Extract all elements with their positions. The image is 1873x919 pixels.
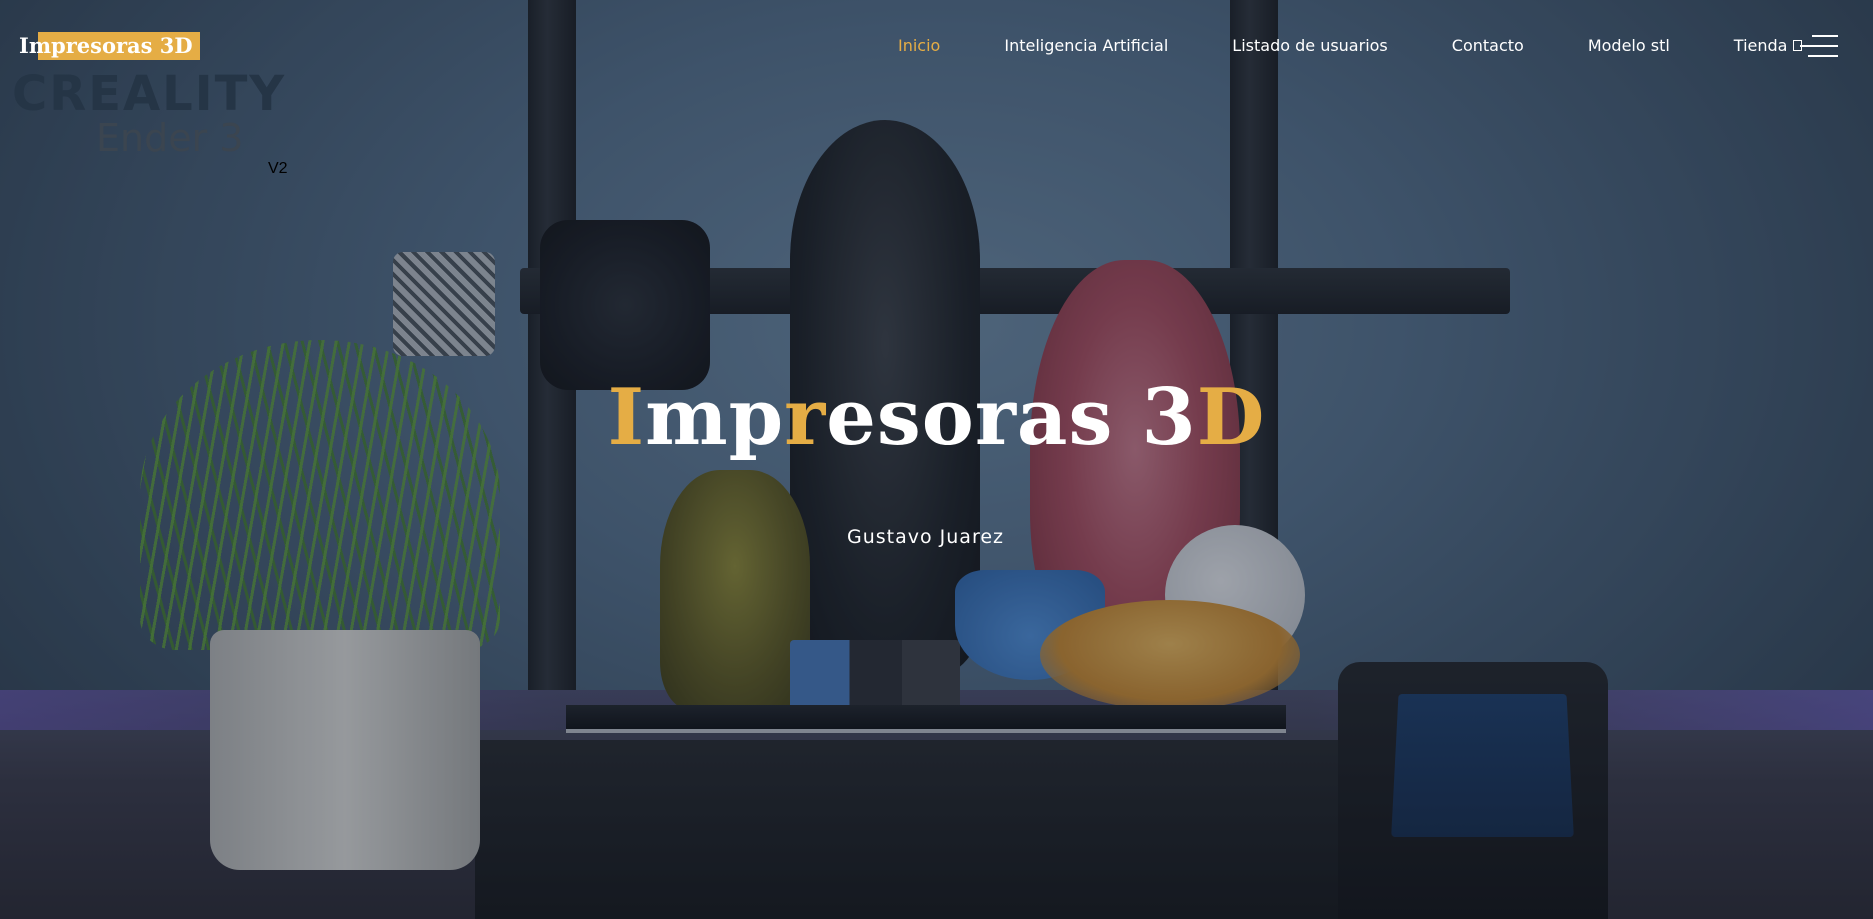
logo-brand-name: CREALITY [12,66,287,122]
nav-item-inicio[interactable]: Inicio [898,36,940,55]
logo-version-badge: V2 [268,160,288,177]
hero-title: Impresoras 3D [0,372,1873,463]
hero-title-part: D [1196,372,1266,463]
nav-item-tienda[interactable]: Tienda [1734,36,1803,55]
hero-title-part: I [607,372,646,463]
logo-model-name: Ender 3 [96,116,244,160]
nav-item-listado-de-usuarios[interactable]: Listado de usuarios [1232,36,1387,55]
hero-title-part: esoras 3 [826,372,1197,463]
hamburger-line-top [1812,35,1838,37]
hamburger-menu-icon[interactable] [1800,35,1838,59]
hero-subtitle: Gustavo Juarez [846,526,1004,548]
hero-title-part: mp [645,372,785,463]
hamburger-line-middle [1800,45,1838,47]
nav-item-inteligencia-artificial[interactable]: Inteligencia Artificial [1004,36,1168,55]
creality-logo: CREALITY Ender 3 [12,70,286,158]
site-title-text: Impresoras 3D [19,33,193,58]
nav-item-contacto[interactable]: Contacto [1452,36,1524,55]
hamburger-line-bottom [1808,55,1838,57]
hero-title-part: r [784,372,827,463]
main-nav: Inicio Inteligencia Artificial Listado d… [898,36,1803,55]
site-title-link[interactable]: Impresoras 3D [19,32,200,60]
nav-item-tienda-label: Tienda [1733,36,1788,55]
nav-item-modelo-stl[interactable]: Modelo stl [1588,36,1670,55]
